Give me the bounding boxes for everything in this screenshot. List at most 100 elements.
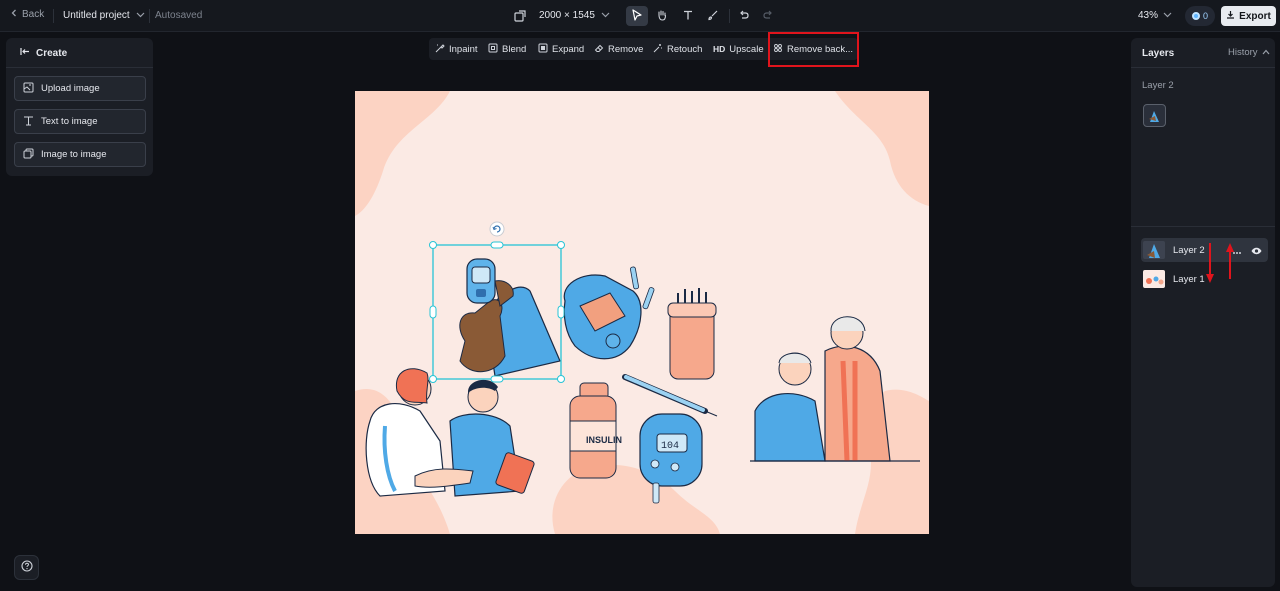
chevron-down-icon [136, 10, 145, 21]
upload-image-label: Upload image [41, 83, 100, 94]
blend-label: Blend [502, 43, 527, 55]
retouch-button[interactable]: Retouch [653, 38, 702, 60]
collapse-left-icon [20, 47, 30, 59]
layer-thumbnail [1143, 270, 1165, 288]
export-button[interactable]: Export [1221, 6, 1276, 26]
image-actions-toolbar: Inpaint Blend Expand Remove Retouch HD U… [429, 38, 858, 60]
save-status: Autosaved [155, 10, 203, 21]
divider [1131, 67, 1275, 68]
undo-button[interactable] [733, 6, 755, 26]
export-label: Export [1239, 10, 1271, 22]
blend-button[interactable]: Blend [488, 38, 526, 60]
divider [729, 9, 730, 23]
create-panel: Create Upload image Text to image Image … [6, 38, 153, 176]
upload-image-button[interactable]: Upload image [14, 76, 146, 101]
blend-icon [488, 43, 498, 56]
hand-with-glucometer[interactable] [459, 258, 561, 377]
redo-button[interactable] [757, 6, 779, 26]
glucometer-device [563, 274, 642, 360]
text-to-image-button[interactable]: Text to image [14, 109, 146, 134]
hd-icon: HD [713, 44, 726, 54]
expand-button[interactable]: Expand [538, 38, 584, 60]
text-icon [682, 9, 694, 24]
resize-canvas-icon[interactable] [513, 9, 527, 23]
history-label: History [1228, 47, 1258, 58]
remove-background-icon [773, 43, 783, 56]
credit-icon [1191, 12, 1200, 20]
back-button[interactable]: Back [10, 9, 44, 20]
pointer-tool[interactable] [626, 6, 648, 26]
inpaint-button[interactable]: Inpaint [435, 38, 478, 60]
retouch-icon [653, 43, 663, 56]
layer-name: Layer 1 [1173, 273, 1205, 285]
layer-row-layer-2[interactable]: Layer 2 [1141, 238, 1268, 262]
top-bar: Back Untitled project Autosaved 2000 × 1… [0, 0, 1280, 32]
create-title: Create [36, 47, 68, 59]
image-to-image-button[interactable]: Image to image [14, 142, 146, 167]
divider [53, 9, 54, 23]
upscale-label: Upscale [729, 43, 764, 55]
expand-label: Expand [552, 43, 585, 55]
image-to-image-icon [23, 148, 34, 162]
corner-blob [355, 91, 450, 216]
insulin-label: INSULIN [586, 435, 622, 445]
zoom-dropdown[interactable]: 43% [1138, 10, 1172, 21]
layer-row-layer-1[interactable]: Layer 1 [1141, 267, 1268, 291]
text-to-image-icon [23, 115, 34, 129]
selected-layer-preview[interactable] [1143, 104, 1166, 127]
remove-label: Remove [608, 43, 644, 55]
insulin-bottle: INSULIN [569, 382, 622, 479]
remove-button[interactable]: Remove [594, 38, 643, 60]
project-name: Untitled project [63, 10, 130, 21]
undo-icon [738, 9, 750, 24]
remove-background-label: Remove back... [787, 43, 853, 55]
canvas-size-value: 2000 × 1545 [539, 10, 595, 21]
help-icon [20, 560, 33, 575]
create-header[interactable]: Create [20, 47, 67, 59]
download-icon [1226, 10, 1235, 22]
history-toggle[interactable]: History [1228, 47, 1270, 58]
eye-icon[interactable] [1251, 244, 1262, 258]
canvas-artboard[interactable]: INSULIN 104 [355, 91, 929, 534]
chevron-up-icon [1262, 47, 1270, 58]
layers-panel: Layers History Layer 2 Layer 2 Layer 1 [1131, 38, 1275, 587]
brush-tool[interactable] [702, 6, 724, 26]
divider [149, 9, 150, 23]
doctor-and-patient [365, 368, 535, 497]
layer-name: Layer 2 [1173, 244, 1205, 256]
canvas-illustration: INSULIN 104 [355, 91, 929, 534]
divider [1131, 226, 1275, 227]
canvas-size-dropdown[interactable]: 2000 × 1545 [539, 10, 610, 21]
redo-icon [762, 9, 774, 24]
upload-image-icon [23, 82, 34, 96]
retouch-label: Retouch [667, 43, 703, 55]
credits-badge[interactable]: 0 [1185, 6, 1215, 26]
layers-title: Layers [1142, 48, 1175, 59]
inpaint-icon [435, 43, 445, 56]
inpaint-label: Inpaint [449, 43, 478, 55]
remove-background-button[interactable]: Remove back... [773, 38, 853, 60]
upscale-button[interactable]: HD Upscale [713, 38, 764, 60]
text-tool[interactable] [677, 6, 699, 26]
brush-icon [707, 9, 719, 24]
chevron-down-icon [1163, 10, 1172, 21]
more-options-icon[interactable] [1232, 244, 1242, 258]
hand-icon [656, 9, 668, 24]
corner-blob [835, 91, 929, 206]
eraser-icon [594, 43, 604, 56]
meter-reading: 104 [661, 441, 679, 452]
help-button[interactable] [14, 555, 39, 580]
layer-thumbnail-icon [1149, 111, 1159, 122]
chevron-left-icon [10, 9, 18, 20]
pointer-icon [631, 8, 643, 24]
selected-layer-label: Layer 2 [1142, 80, 1174, 91]
image-to-image-label: Image to image [41, 149, 107, 160]
hand-tool[interactable] [651, 6, 673, 26]
strip-container [667, 288, 717, 380]
rotate-handle[interactable] [489, 221, 505, 237]
divider [6, 67, 153, 68]
zoom-value: 43% [1138, 10, 1159, 21]
text-to-image-label: Text to image [41, 116, 98, 127]
project-name-dropdown[interactable]: Untitled project [63, 10, 145, 21]
chevron-down-icon [601, 10, 610, 21]
